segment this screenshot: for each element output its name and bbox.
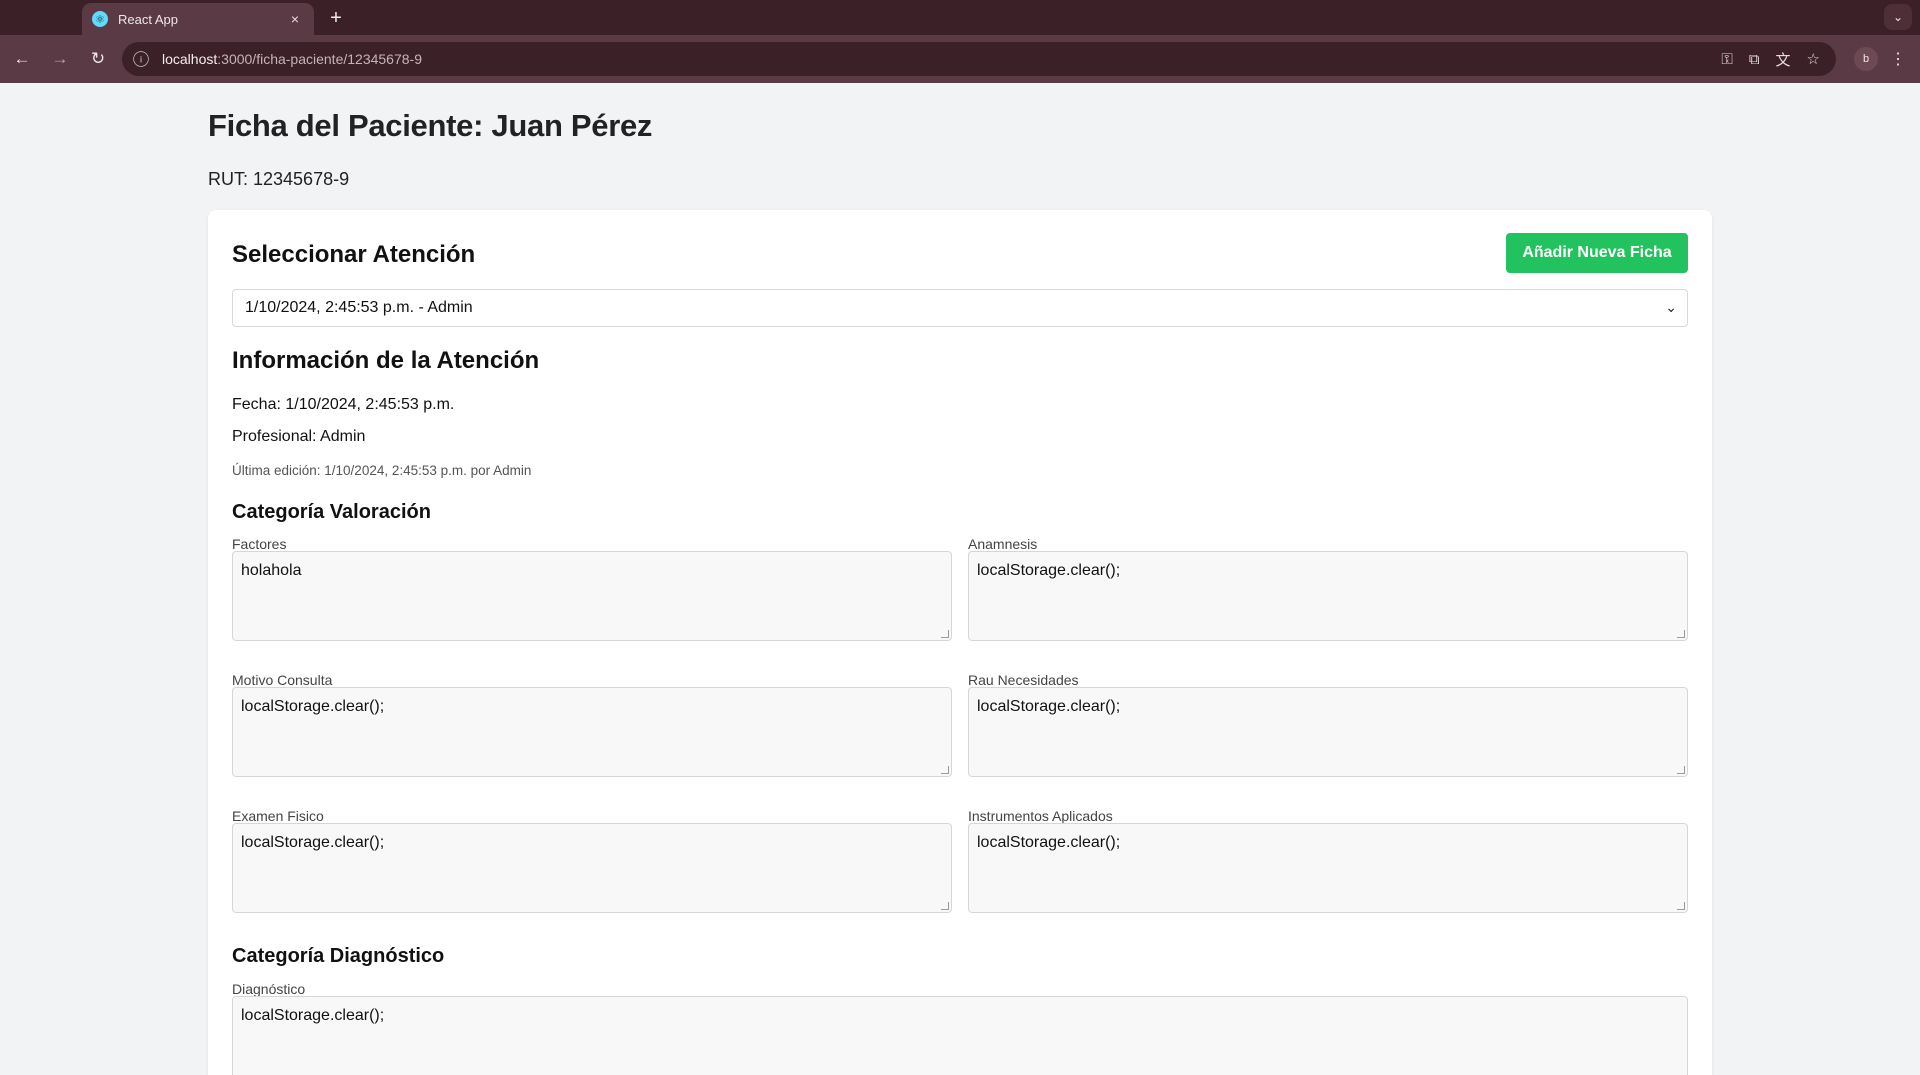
tab-close-icon[interactable]: × bbox=[286, 10, 304, 28]
chevron-down-icon: ⌄ bbox=[1665, 299, 1677, 315]
install-app-icon[interactable]: ⧉ bbox=[1749, 51, 1760, 68]
factores-textarea[interactable]: holahola bbox=[232, 551, 952, 641]
examen-fisico-value: localStorage.clear(); bbox=[241, 834, 385, 851]
diagnostico-value: localStorage.clear(); bbox=[241, 1007, 385, 1024]
field-label-examen-fisico: Examen Fisico bbox=[232, 808, 324, 824]
url-path: :3000/ficha-paciente/12345678-9 bbox=[217, 51, 422, 67]
resize-grip-icon[interactable] bbox=[941, 630, 949, 638]
translate-icon[interactable]: 文 bbox=[1776, 49, 1791, 70]
field-label-diagnostico: Diagnóstico bbox=[232, 981, 306, 997]
resize-grip-icon[interactable] bbox=[1677, 902, 1685, 910]
address-bar[interactable]: i localhost:3000/ficha-paciente/12345678… bbox=[122, 42, 1836, 76]
field-label-rau-necesidades: Rau Necesidades bbox=[968, 672, 1079, 688]
attention-professional: Profesional: Admin bbox=[232, 428, 366, 445]
attention-card: Seleccionar Atención Añadir Nueva Ficha … bbox=[208, 210, 1712, 1075]
resize-grip-icon[interactable] bbox=[941, 902, 949, 910]
url-host: localhost bbox=[162, 51, 218, 67]
patient-rut: RUT: 12345678-9 bbox=[208, 169, 350, 189]
anamnesis-value: localStorage.clear(); bbox=[977, 562, 1121, 579]
last-edit-note: Última edición: 1/10/2024, 2:45:53 p.m. … bbox=[232, 463, 532, 478]
field-label-motivo-consulta: Motivo Consulta bbox=[232, 672, 333, 688]
field-label-anamnesis: Anamnesis bbox=[968, 536, 1038, 552]
diagnostico-heading: Categoría Diagnóstico bbox=[232, 945, 445, 967]
react-favicon-icon: ⚛ bbox=[92, 11, 108, 27]
forward-arrow-icon[interactable]: → bbox=[44, 43, 76, 75]
browser-tabstrip: ⚛ React App × + ⌄ bbox=[0, 0, 1920, 35]
resize-grip-icon[interactable] bbox=[941, 766, 949, 774]
instrumentos-aplicados-value: localStorage.clear(); bbox=[977, 834, 1121, 851]
attention-select[interactable]: 1/10/2024, 2:45:53 p.m. - Admin ⌄ bbox=[232, 289, 1688, 327]
resize-grip-icon[interactable] bbox=[1677, 766, 1685, 774]
attention-date: Fecha: 1/10/2024, 2:45:53 p.m. bbox=[232, 396, 455, 413]
rau-necesidades-value: localStorage.clear(); bbox=[977, 698, 1121, 715]
valoracion-heading: Categoría Valoración bbox=[232, 501, 431, 523]
address-bar-actions: ⚿ ⧉ 文 ☆ bbox=[1721, 42, 1820, 76]
profile-avatar[interactable]: b bbox=[1854, 47, 1878, 71]
page-title: Ficha del Paciente: Juan Pérez bbox=[208, 108, 653, 143]
motivo-consulta-value: localStorage.clear(); bbox=[241, 698, 385, 715]
rau-necesidades-textarea[interactable]: localStorage.clear(); bbox=[968, 687, 1688, 777]
attention-select-value: 1/10/2024, 2:45:53 p.m. - Admin bbox=[245, 299, 473, 316]
add-new-record-button[interactable]: Añadir Nueva Ficha bbox=[1506, 233, 1688, 273]
new-tab-button[interactable]: + bbox=[322, 4, 350, 32]
site-info-icon[interactable]: i bbox=[133, 51, 149, 67]
back-arrow-icon[interactable]: ← bbox=[6, 43, 38, 75]
tab-search-chevron-icon[interactable]: ⌄ bbox=[1884, 4, 1912, 30]
password-key-icon[interactable]: ⚿ bbox=[1721, 51, 1732, 68]
browser-tab[interactable]: ⚛ React App × bbox=[82, 3, 314, 35]
field-label-instrumentos-aplicados: Instrumentos Aplicados bbox=[968, 808, 1113, 824]
menu-kebab-icon[interactable]: ⋮ bbox=[1886, 47, 1910, 71]
anamnesis-textarea[interactable]: localStorage.clear(); bbox=[968, 551, 1688, 641]
reload-icon[interactable]: ↻ bbox=[82, 43, 114, 75]
url-text: localhost:3000/ficha-paciente/12345678-9 bbox=[162, 51, 422, 67]
field-label-factores: Factores bbox=[232, 536, 287, 552]
select-attention-heading: Seleccionar Atención bbox=[232, 241, 476, 268]
instrumentos-aplicados-textarea[interactable]: localStorage.clear(); bbox=[968, 823, 1688, 913]
diagnostico-textarea[interactable]: localStorage.clear(); bbox=[232, 996, 1688, 1075]
motivo-consulta-textarea[interactable]: localStorage.clear(); bbox=[232, 687, 952, 777]
factores-value: holahola bbox=[241, 562, 302, 579]
tab-title: React App bbox=[118, 11, 178, 27]
resize-grip-icon[interactable] bbox=[1677, 630, 1685, 638]
examen-fisico-textarea[interactable]: localStorage.clear(); bbox=[232, 823, 952, 913]
bookmark-star-icon[interactable]: ☆ bbox=[1807, 50, 1820, 68]
browser-toolbar: ← → ↻ i localhost:3000/ficha-paciente/12… bbox=[0, 35, 1920, 83]
attention-info-heading: Información de la Atención bbox=[232, 347, 540, 374]
